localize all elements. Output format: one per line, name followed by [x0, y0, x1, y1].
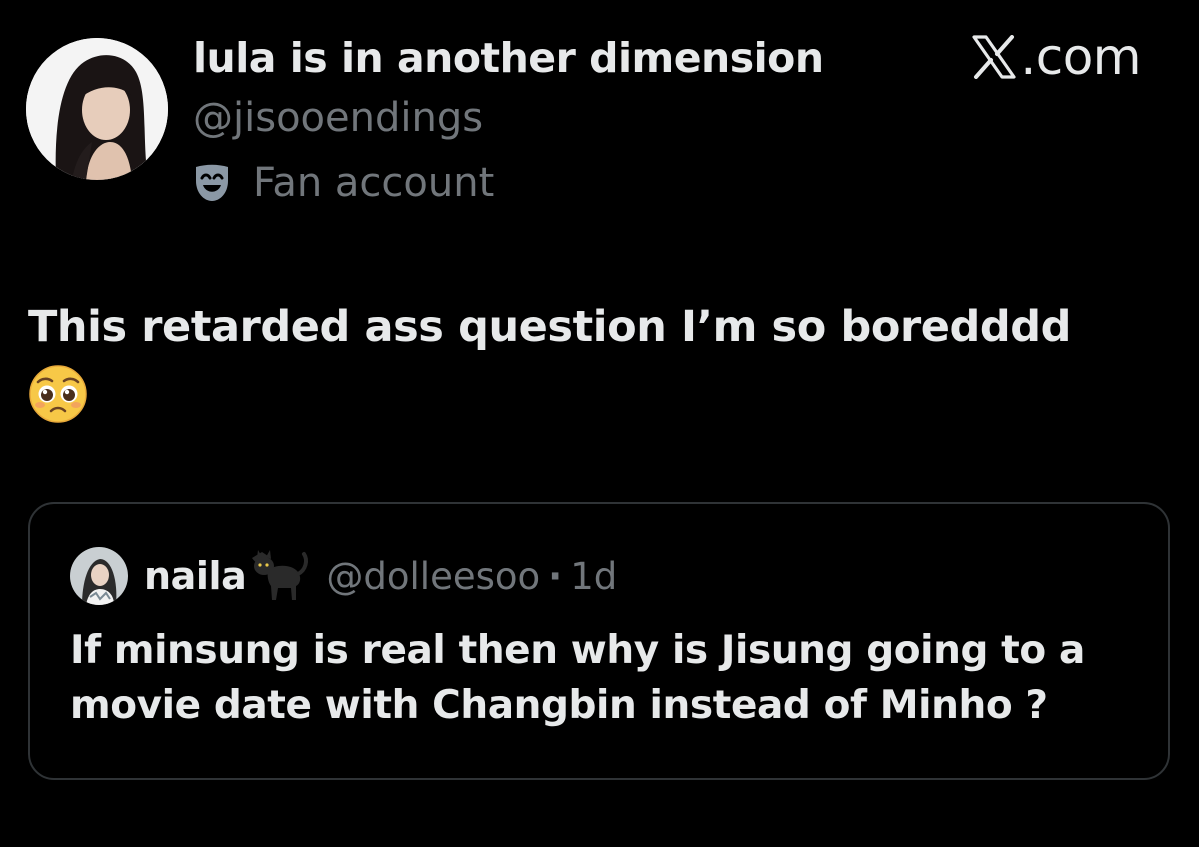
x-logo-icon [972, 35, 1016, 79]
author-display-name[interactable]: lula is in another dimension [193, 34, 824, 82]
quoted-tweet-text: If minsung is real then why is Jisung go… [70, 628, 1085, 728]
quoted-avatar-photo [70, 547, 128, 605]
fan-account-label: Fan account [253, 160, 495, 206]
quoted-author-avatar[interactable] [70, 547, 128, 605]
fan-account-badge: Fan account [193, 159, 494, 207]
site-domain-label: .com [1020, 28, 1141, 86]
quoted-author-name[interactable]: naila [144, 554, 247, 598]
site-watermark: .com [972, 28, 1141, 86]
meta-separator: · [548, 554, 563, 598]
quoted-tweet-card[interactable]: naila @dolleesoo · 1d If minsung is real… [28, 502, 1170, 780]
tweet-body: This retarded ass question I’m so boredd… [28, 302, 1072, 352]
black-cat-emoji [252, 550, 309, 600]
avatar-photo [26, 38, 168, 180]
theater-mask-icon [196, 164, 228, 201]
author-avatar[interactable] [26, 38, 168, 180]
quoted-author-handle[interactable]: @dolleesoo [326, 555, 540, 598]
tweet-text: This retarded ass question I’m so boredd… [28, 296, 1178, 424]
quoted-timestamp[interactable]: 1d [570, 555, 617, 598]
author-handle[interactable]: @jisooendings [193, 95, 483, 141]
pleading-face-emoji [29, 365, 87, 423]
quoted-tweet-header: naila @dolleesoo · 1d [70, 545, 617, 607]
